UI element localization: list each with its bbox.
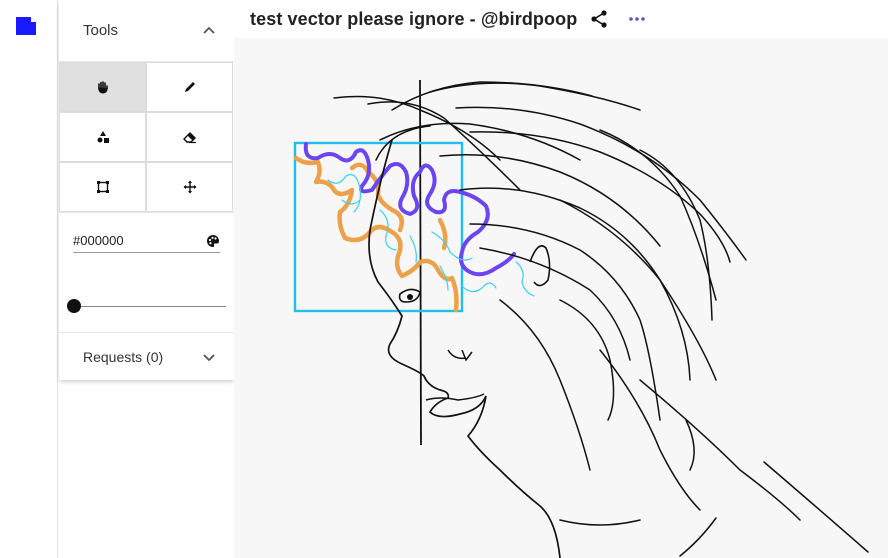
chevron-down-icon[interactable] xyxy=(202,350,216,364)
requests-label: Requests (0) xyxy=(83,348,164,365)
more-horizontal-icon[interactable] xyxy=(627,9,647,29)
hair-strokes xyxy=(333,81,869,557)
tools-panel-title: Tools xyxy=(83,22,119,39)
pen-icon xyxy=(184,82,195,92)
ear xyxy=(529,245,551,287)
eraser-tool-button[interactable] xyxy=(146,112,233,162)
select-box-icon xyxy=(96,181,109,193)
move-tool-button[interactable] xyxy=(146,162,233,212)
lower-lip xyxy=(425,393,485,401)
select-tool-button[interactable] xyxy=(59,162,146,212)
nose-detail xyxy=(447,349,473,362)
slider-track xyxy=(67,306,226,307)
left-rail xyxy=(0,0,58,558)
color-input[interactable] xyxy=(73,233,183,248)
pupil xyxy=(407,294,413,300)
shapes-tool-button[interactable] xyxy=(59,112,146,162)
purple-stroke xyxy=(303,142,516,277)
slider-thumb[interactable] xyxy=(67,299,81,313)
tools-panel: Tools #000000 Requests (0) xyxy=(59,0,234,380)
pen-tool-button[interactable] xyxy=(146,62,233,112)
hand-icon xyxy=(97,81,108,94)
tool-grid xyxy=(59,62,234,213)
face-outline xyxy=(368,139,561,558)
vector-drawing xyxy=(293,79,869,558)
document-header: test vector please ignore - @birdpoop xyxy=(234,0,888,38)
brush-size-slider[interactable] xyxy=(67,299,226,313)
hand-tool-button[interactable] xyxy=(59,62,146,112)
document-icon[interactable] xyxy=(15,16,37,36)
color-field[interactable] xyxy=(73,229,220,253)
document-title: test vector please ignore - @birdpoop xyxy=(250,8,578,29)
eraser-icon xyxy=(182,132,196,144)
palette-icon[interactable] xyxy=(206,234,220,248)
requests-section[interactable]: Requests (0) xyxy=(59,332,234,380)
drawing-canvas[interactable] xyxy=(234,38,888,558)
move-icon xyxy=(183,180,196,194)
chevron-up-icon[interactable] xyxy=(202,24,216,38)
share-icon[interactable] xyxy=(589,9,609,29)
shapes-icon xyxy=(97,131,109,143)
tools-panel-header[interactable]: Tools xyxy=(59,0,234,62)
